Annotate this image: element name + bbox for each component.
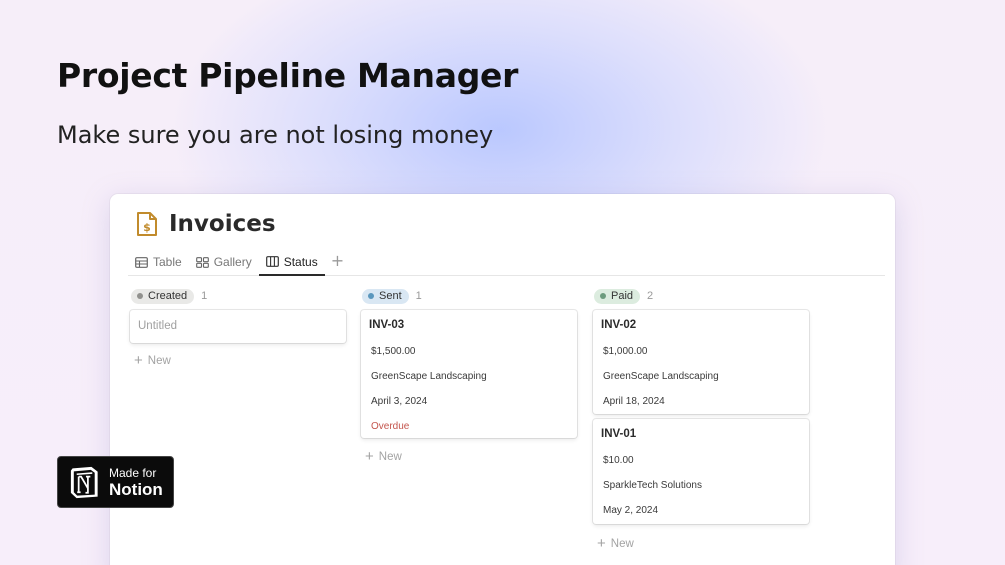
badge-big-text: Notion: [109, 479, 163, 499]
tab-status-label: Status: [283, 254, 318, 269]
status-dot-icon: [368, 293, 374, 299]
board-card[interactable]: Untitled: [130, 310, 346, 343]
gallery-icon: [195, 256, 209, 268]
tab-gallery-label: Gallery: [213, 255, 252, 269]
new-card-button[interactable]: + New: [365, 448, 402, 465]
add-view-button[interactable]: +: [325, 249, 350, 273]
status-dot-icon: [137, 293, 143, 299]
card-overdue-flag: Overdue: [371, 421, 410, 432]
board-column-created: Created 1 Untitled + New: [130, 288, 346, 369]
tab-table[interactable]: Table: [128, 249, 189, 275]
card-date: April 18, 2024: [603, 396, 665, 407]
tab-gallery[interactable]: Gallery: [189, 249, 259, 275]
new-card-button[interactable]: + New: [597, 535, 634, 552]
database-title: Invoices: [169, 211, 276, 237]
plus-icon: +: [134, 352, 143, 369]
view-tabs: Table Gallery Status +: [128, 249, 885, 276]
card-date: April 3, 2024: [371, 396, 428, 407]
status-label: Paid: [611, 290, 634, 302]
svg-text:$: $: [143, 221, 151, 234]
card-title: Untitled: [138, 320, 177, 332]
badge-small-text: Made for: [109, 465, 157, 480]
status-pill-created[interactable]: Created: [131, 288, 195, 304]
new-label: New: [378, 450, 402, 463]
column-header: Paid 2: [594, 288, 809, 304]
new-label: New: [147, 354, 171, 367]
notion-database-window: $ Invoices Table Gallery Status + Create…: [110, 194, 895, 565]
board-column-sent: Sent 1 INV-03 $1,500.00 GreenScape Lands…: [361, 288, 577, 465]
column-count: 1: [201, 290, 208, 302]
board-icon: [265, 256, 279, 267]
hero-subtitle: Make sure you are not losing money: [57, 121, 494, 149]
card-client: GreenScape Landscaping: [603, 371, 719, 382]
card-amount: $1,500.00: [371, 346, 416, 357]
card-date: May 2, 2024: [603, 505, 659, 516]
tab-table-label: Table: [153, 255, 182, 269]
table-icon: [135, 256, 148, 268]
board-card[interactable]: INV-02 $1,000.00 GreenScape Landscaping …: [593, 310, 809, 414]
database-header: $ Invoices: [136, 211, 276, 237]
column-count: 2: [647, 290, 654, 302]
plus-icon: +: [597, 535, 606, 552]
status-pill-paid[interactable]: Paid: [594, 288, 641, 304]
invoice-dollar-icon: $: [137, 212, 157, 236]
made-for-notion-badge[interactable]: Made for Notion: [57, 456, 174, 508]
card-amount: $10.00: [603, 455, 634, 466]
board-column-paid: Paid 2 INV-02 $1,000.00 GreenScape Lands…: [593, 288, 809, 552]
column-header: Sent 1: [362, 288, 577, 304]
status-dot-icon: [600, 293, 606, 299]
card-title: INV-01: [601, 428, 637, 440]
hero-title: Project Pipeline Manager: [57, 56, 519, 95]
card-client: GreenScape Landscaping: [371, 371, 487, 382]
card-title: INV-02: [601, 319, 637, 331]
status-pill-sent[interactable]: Sent: [362, 288, 409, 304]
new-label: New: [610, 537, 634, 550]
column-count: 1: [415, 290, 422, 302]
card-amount: $1,000.00: [603, 346, 648, 357]
card-client: SparkleTech Solutions: [603, 480, 702, 491]
plus-icon: +: [365, 448, 374, 465]
tab-status[interactable]: Status: [258, 249, 325, 276]
card-title: INV-03: [369, 319, 405, 331]
column-header: Created 1: [131, 288, 346, 304]
new-card-button[interactable]: + New: [134, 352, 171, 369]
notion-logo-icon: [70, 466, 98, 498]
board-card[interactable]: INV-03 $1,500.00 GreenScape Landscaping …: [361, 310, 577, 438]
status-label: Sent: [379, 290, 402, 302]
board-card[interactable]: INV-01 $10.00 SparkleTech Solutions May …: [593, 419, 809, 524]
status-label: Created: [148, 290, 188, 302]
